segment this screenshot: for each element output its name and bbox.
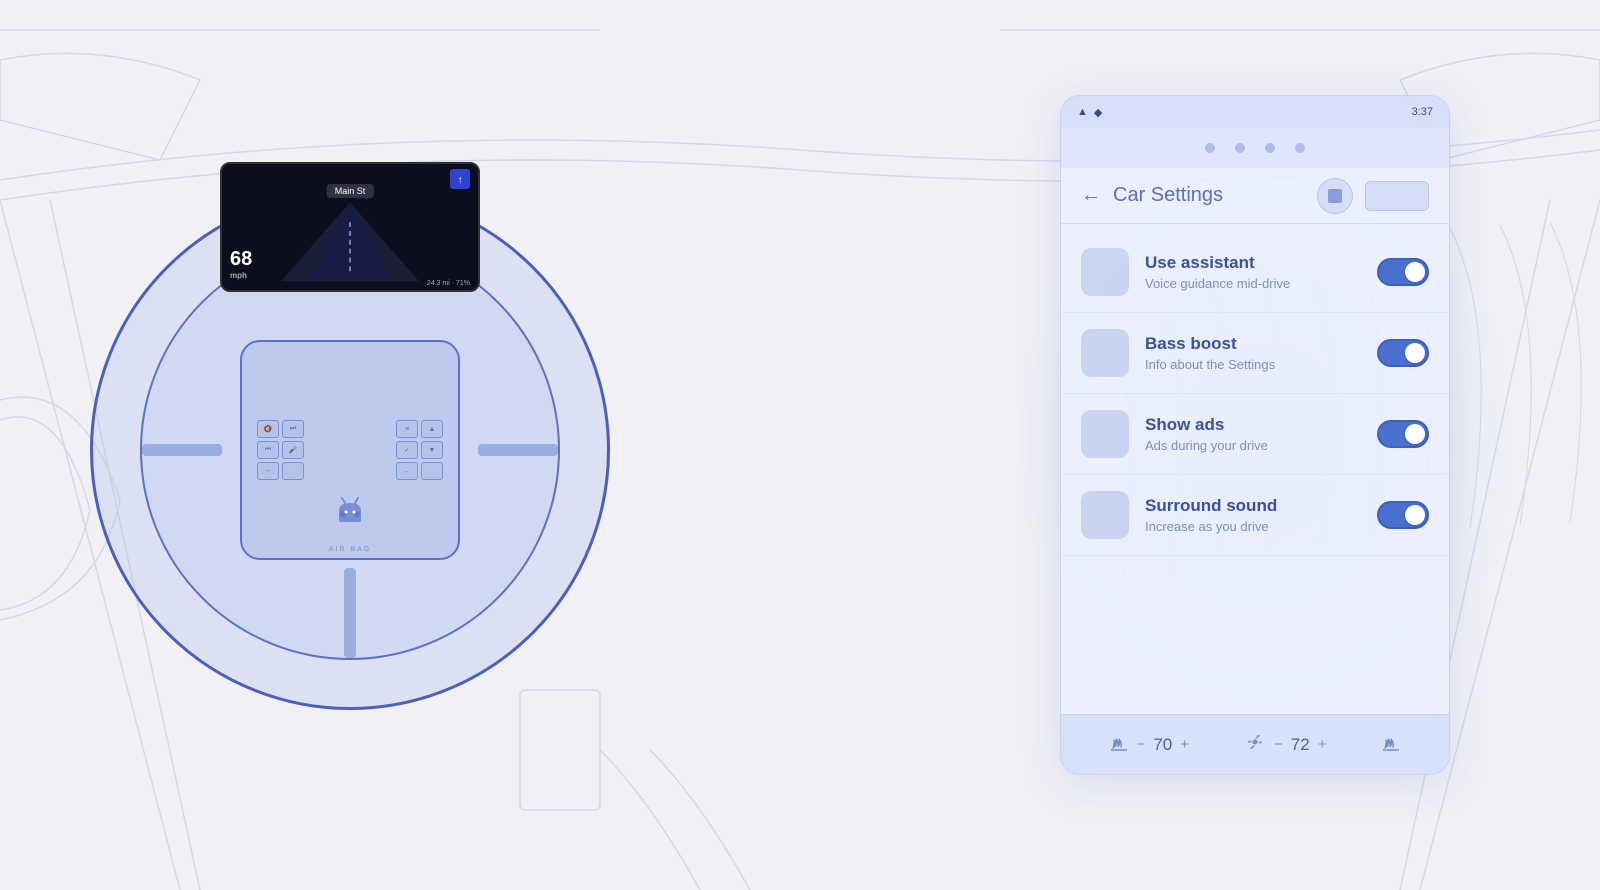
status-bar: ▲ ◆ 3:37 — [1061, 96, 1449, 128]
steering-hub: 🔇 ⏭ ⏮ 🎤 − ≡ ▲ ✓ ▼ ← — [240, 340, 460, 560]
setting-subtitle-show-ads: Ads during your drive — [1145, 438, 1361, 453]
setting-title-use-assistant: Use assistant — [1145, 253, 1361, 273]
dot-2 — [1235, 143, 1245, 153]
setting-subtitle-surround-sound: Increase as you drive — [1145, 519, 1361, 534]
setting-item-bass-boost: Bass boost Info about the Settings — [1061, 313, 1449, 394]
climate-right — [1381, 732, 1401, 757]
spoke-right — [478, 444, 558, 456]
speed-display: 68 mph — [230, 248, 252, 280]
wifi-icon: ◆ — [1094, 106, 1102, 119]
skip-back-button[interactable]: ⏮ — [257, 441, 279, 459]
volume-up-button[interactable] — [282, 462, 304, 480]
setting-text-show-ads: Show ads Ads during your drive — [1145, 415, 1361, 453]
panel-title: Car Settings — [1113, 184, 1305, 207]
setting-icon-use-assistant — [1081, 248, 1129, 296]
toggle-bass-boost[interactable] — [1377, 339, 1429, 367]
climate-bar: − 70 + − 72 + — [1061, 714, 1449, 774]
setting-text-surround-sound: Surround sound Increase as you drive — [1145, 496, 1361, 534]
setting-text-bass-boost: Bass boost Info about the Settings — [1145, 334, 1361, 372]
climate-left: − 70 + — [1109, 732, 1189, 757]
climate-fan: − 72 + — [1244, 731, 1326, 758]
setting-subtitle-use-assistant: Voice guidance mid-drive — [1145, 276, 1361, 291]
airbag-label: AIR BAG — [329, 546, 371, 553]
steering-inner-ring: P D ■ 75° Main St 68 — [140, 240, 560, 660]
panel-dots-row — [1061, 128, 1449, 168]
steering-outer-ring: P D ■ 75° Main St 68 — [90, 190, 610, 710]
stop-button[interactable] — [1317, 178, 1353, 214]
setting-title-bass-boost: Bass boost — [1145, 334, 1361, 354]
fan-icon — [1244, 731, 1266, 758]
skip-forward-button[interactable]: ⏭ — [282, 420, 304, 438]
dot-1 — [1205, 143, 1215, 153]
android-logo — [332, 494, 368, 538]
phone-display: P D ■ 75° Main St 68 — [220, 162, 480, 292]
mute-button[interactable]: 🔇 — [257, 420, 279, 438]
heat-right-icon — [1381, 732, 1401, 757]
setting-item-surround-sound: Surround sound Increase as you drive — [1061, 475, 1449, 556]
spoke-left — [142, 444, 222, 456]
fan-plus[interactable]: + — [1318, 736, 1327, 753]
volume-down-button[interactable]: − — [257, 462, 279, 480]
nav-screen: Main St 68 mph — [222, 164, 478, 290]
header-action-button[interactable] — [1365, 181, 1429, 211]
signal-icon: ▲ — [1077, 106, 1088, 118]
heat-left-value: 70 — [1153, 735, 1172, 755]
time-display: 3:37 — [1412, 106, 1433, 118]
spoke-bottom — [344, 568, 356, 658]
setting-text-use-assistant: Use assistant Voice guidance mid-drive — [1145, 253, 1361, 291]
menu-button[interactable]: ≡ — [396, 420, 418, 438]
fan-minus[interactable]: − — [1274, 736, 1283, 753]
setting-item-use-assistant: Use assistant Voice guidance mid-drive — [1061, 232, 1449, 313]
check-button[interactable]: ✓ — [396, 441, 418, 459]
setting-title-show-ads: Show ads — [1145, 415, 1361, 435]
extra-button[interactable] — [421, 462, 443, 480]
steering-wheel-area: P D ■ 75° Main St 68 — [60, 60, 640, 840]
back-nav-button[interactable]: ← — [396, 462, 418, 480]
svg-text:↑: ↑ — [458, 175, 463, 186]
setting-item-show-ads: Show ads Ads during your drive — [1061, 394, 1449, 475]
heat-left-minus[interactable]: − — [1137, 736, 1146, 753]
up-button[interactable]: ▲ — [421, 420, 443, 438]
status-icons: ▲ ◆ — [1077, 106, 1102, 119]
toggle-use-assistant[interactable] — [1377, 258, 1429, 286]
toggle-show-ads[interactable] — [1377, 420, 1429, 448]
dot-3 — [1265, 143, 1275, 153]
fan-value: 72 — [1291, 735, 1310, 755]
voice-button[interactable]: 🎤 — [282, 441, 304, 459]
setting-title-surround-sound: Surround sound — [1145, 496, 1361, 516]
setting-icon-bass-boost — [1081, 329, 1129, 377]
panel-header: ← Car Settings — [1061, 168, 1449, 224]
steering-buttons-left: 🔇 ⏭ ⏮ 🎤 − — [257, 420, 304, 480]
heat-left-plus[interactable]: + — [1180, 736, 1189, 753]
steering-buttons-right: ≡ ▲ ✓ ▼ ← — [396, 420, 443, 480]
dot-4 — [1295, 143, 1305, 153]
back-button[interactable]: ← — [1081, 184, 1101, 207]
heat-left-icon — [1109, 732, 1129, 757]
settings-list: Use assistant Voice guidance mid-drive B… — [1061, 224, 1449, 714]
setting-icon-show-ads — [1081, 410, 1129, 458]
setting-icon-surround-sound — [1081, 491, 1129, 539]
settings-panel: ▲ ◆ 3:37 ← Car Settings Use assistant Vo… — [1060, 95, 1450, 775]
down-button[interactable]: ▼ — [421, 441, 443, 459]
setting-subtitle-bass-boost: Info about the Settings — [1145, 357, 1361, 372]
toggle-surround-sound[interactable] — [1377, 501, 1429, 529]
